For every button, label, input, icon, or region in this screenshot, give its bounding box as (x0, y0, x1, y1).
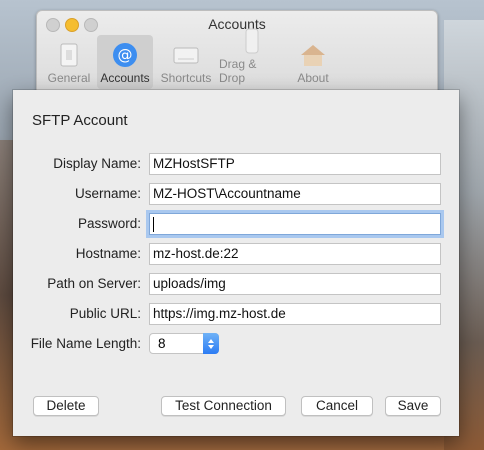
display-name-row: Display Name: MZHostSFTP (13, 153, 459, 177)
display-name-label: Display Name: (53, 156, 141, 171)
chevron-down-icon (208, 344, 214, 349)
tab-shortcuts[interactable]: Shortcuts (153, 35, 219, 89)
path-field[interactable]: uploads/img (149, 273, 441, 295)
tab-general-label: General (47, 71, 91, 85)
username-field[interactable]: MZ-HOST\Accountname (149, 183, 441, 205)
hostname-row: Hostname: mz-host.de:22 (13, 243, 459, 267)
file-name-length-row: File Name Length: 8 (13, 333, 459, 357)
file-name-length-stepper[interactable]: 8 (149, 333, 219, 354)
drag-drop-icon (238, 28, 266, 54)
sftp-account-sheet: SFTP Account Display Name: MZHostSFTP Us… (13, 90, 459, 436)
tab-drag-drop[interactable]: Drag & Drop (219, 28, 285, 89)
delete-button[interactable]: Delete (33, 396, 99, 416)
tab-shortcuts-label: Shortcuts (160, 71, 212, 85)
username-row: Username: MZ-HOST\Accountname (13, 183, 459, 207)
general-icon (55, 42, 83, 68)
tab-drag-drop-label: Drag & Drop (219, 57, 257, 85)
preferences-window: Accounts General @ Accounts Shortcuts Dr… (36, 10, 438, 92)
preferences-toolbar: General @ Accounts Shortcuts Drag & Drop… (41, 28, 341, 89)
hostname-field[interactable]: mz-host.de:22 (149, 243, 441, 265)
keyboard-icon (172, 42, 200, 68)
text-cursor (153, 216, 154, 232)
stepper-arrows[interactable] (203, 333, 219, 354)
path-label: Path on Server: (47, 276, 141, 291)
at-icon: @ (111, 42, 139, 68)
file-name-length-value: 8 (158, 336, 166, 351)
password-field[interactable] (149, 213, 441, 235)
hostname-label: Hostname: (75, 246, 141, 261)
password-row: Password: (13, 213, 459, 237)
display-name-field[interactable]: MZHostSFTP (149, 153, 441, 175)
window-title: Accounts (208, 16, 266, 32)
svg-text:@: @ (118, 46, 133, 64)
password-label: Password: (77, 216, 141, 231)
path-row: Path on Server: uploads/img (13, 273, 459, 297)
tab-about-label: About (297, 71, 329, 85)
chevron-up-icon (208, 338, 214, 343)
tab-about[interactable]: About (285, 35, 341, 89)
test-connection-button[interactable]: Test Connection (161, 396, 286, 416)
public-url-field[interactable]: https://img.mz-host.de (149, 303, 441, 325)
sheet-title: SFTP Account (32, 112, 128, 129)
cancel-button[interactable]: Cancel (301, 396, 373, 416)
file-name-length-label: File Name Length: (30, 336, 141, 351)
tab-general[interactable]: General (41, 35, 97, 89)
tab-accounts-label: Accounts (100, 71, 150, 85)
tab-accounts[interactable]: @ Accounts (97, 35, 153, 89)
public-url-row: Public URL: https://img.mz-host.de (13, 303, 459, 327)
save-button[interactable]: Save (385, 396, 441, 416)
username-label: Username: (74, 186, 141, 201)
public-url-label: Public URL: (69, 306, 141, 321)
about-icon (299, 42, 327, 68)
